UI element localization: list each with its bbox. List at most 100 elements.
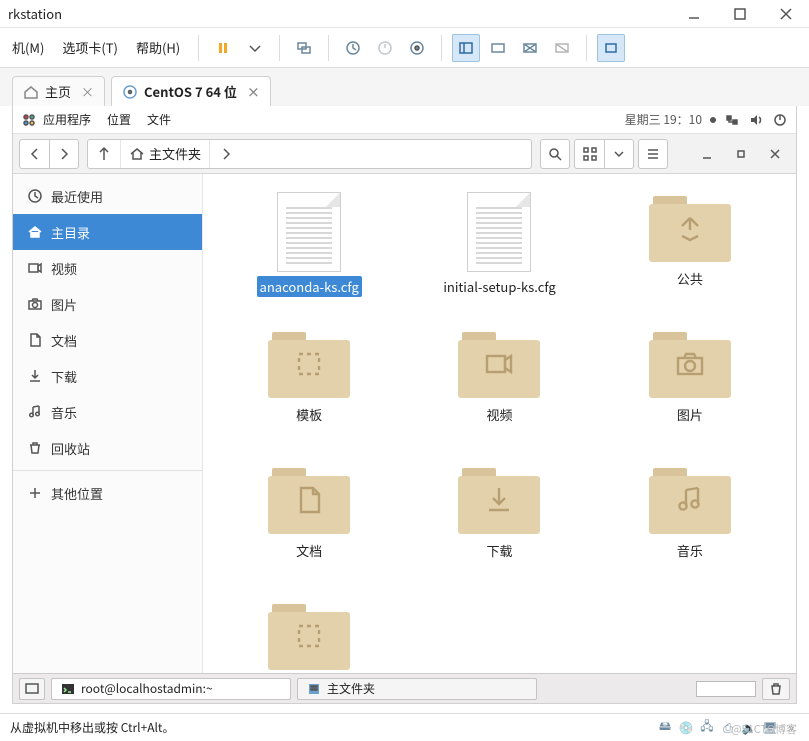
task-files-label: 主文件夹 bbox=[327, 680, 375, 697]
menu-applications[interactable]: 应用程序 bbox=[43, 111, 91, 128]
pause-button[interactable] bbox=[209, 34, 237, 62]
menu-places[interactable]: 位置 bbox=[107, 111, 131, 128]
folder-item[interactable]: 下载 bbox=[407, 464, 591, 594]
sidebar-item-home[interactable]: 主目录 bbox=[13, 214, 202, 250]
trash-button[interactable] bbox=[762, 678, 790, 700]
menu-help[interactable]: 帮助(H) bbox=[136, 38, 180, 57]
doc-icon bbox=[27, 332, 43, 348]
close-icon[interactable]: × bbox=[81, 82, 94, 101]
folder-icon bbox=[647, 464, 733, 536]
file-label: 图片 bbox=[674, 404, 706, 425]
sidebar-item-label: 主目录 bbox=[51, 223, 90, 242]
folder-item[interactable]: 公共 bbox=[598, 192, 782, 322]
folder-item[interactable]: 模板 bbox=[217, 328, 401, 458]
sidebar-item-pictures[interactable]: 图片 bbox=[13, 286, 202, 322]
view-fullscreen-button[interactable] bbox=[484, 34, 512, 62]
file-item[interactable]: initial-setup-ks.cfg bbox=[407, 192, 591, 322]
sidebar-item-label: 最近使用 bbox=[51, 187, 103, 206]
folder-icon bbox=[266, 600, 352, 672]
clock-label[interactable]: 星期三 19：10 bbox=[625, 111, 702, 128]
plus-icon bbox=[27, 485, 43, 501]
close-button[interactable] bbox=[763, 0, 809, 28]
view-sidebar-button[interactable] bbox=[452, 34, 480, 62]
task-terminal-label: root@localhostadmin:~ bbox=[81, 680, 213, 697]
maximize-button[interactable] bbox=[717, 0, 763, 28]
file-grid: anaconda-ks.cfginitial-setup-ks.cfg公共模板视… bbox=[203, 174, 796, 673]
folder-icon bbox=[266, 328, 352, 400]
window-close-button[interactable] bbox=[760, 139, 790, 169]
task-files[interactable]: 主文件夹 bbox=[297, 678, 537, 700]
sidebar-item-label: 文档 bbox=[51, 331, 77, 350]
menu-files[interactable]: 文件 bbox=[147, 111, 171, 128]
power-menu-button[interactable] bbox=[241, 34, 269, 62]
vmware-tabbar: 主页 × CentOS 7 64 位 × bbox=[0, 68, 809, 106]
task-terminal[interactable]: root@localhostadmin:~ bbox=[51, 678, 291, 700]
disc-icon bbox=[122, 84, 138, 100]
tab-centos[interactable]: CentOS 7 64 位 × bbox=[111, 76, 271, 106]
minimize-button[interactable] bbox=[671, 0, 717, 28]
send-keys-button[interactable] bbox=[290, 34, 318, 62]
forward-button[interactable] bbox=[49, 139, 79, 169]
tab-centos-label: CentOS 7 64 位 bbox=[144, 82, 237, 101]
path-next-button[interactable] bbox=[210, 140, 242, 168]
status-dot-icon bbox=[710, 117, 716, 123]
nautilus-body: 最近使用主目录视频图片文档下载音乐回收站其他位置 anaconda-ks.cfg… bbox=[13, 174, 796, 673]
tray-cd-icon[interactable]: 💿 bbox=[678, 720, 694, 736]
workspace-switcher[interactable] bbox=[696, 681, 756, 697]
view-stretch-button[interactable] bbox=[548, 34, 576, 62]
sidebar-item-documents[interactable]: 文档 bbox=[13, 322, 202, 358]
folder-icon bbox=[456, 328, 542, 400]
folder-item[interactable]: 文档 bbox=[217, 464, 401, 594]
close-icon[interactable]: × bbox=[247, 82, 260, 101]
gnome-top-bar: 应用程序 位置 文件 星期三 19：10 bbox=[13, 106, 796, 134]
view-grid-button[interactable] bbox=[574, 139, 604, 169]
vmware-status-bar: 从虚拟机中移出或按 Ctrl+Alt。 🖴 💿 🖧 ⎙ 🔈 🖥 » bbox=[0, 713, 809, 741]
back-button[interactable] bbox=[19, 139, 49, 169]
tab-home-label: 主页 bbox=[45, 82, 71, 101]
file-label: 下载 bbox=[483, 540, 515, 561]
search-button[interactable] bbox=[540, 139, 570, 169]
view-menu-button[interactable] bbox=[604, 139, 634, 169]
window-title: rkstation bbox=[8, 4, 62, 23]
watermark: @51CTO博客 bbox=[731, 721, 797, 737]
network-icon[interactable] bbox=[724, 112, 740, 128]
power-icon[interactable] bbox=[772, 112, 788, 128]
snapshot-revert-button[interactable] bbox=[371, 34, 399, 62]
sidebar-item-trash[interactable]: 回收站 bbox=[13, 430, 202, 466]
menu-tabs[interactable]: 选项卡(T) bbox=[62, 38, 118, 57]
tab-home[interactable]: 主页 × bbox=[12, 76, 105, 106]
terminal-icon bbox=[60, 681, 76, 697]
activities-icon[interactable] bbox=[21, 112, 37, 128]
window-maximize-button[interactable] bbox=[726, 139, 756, 169]
tray-net-icon[interactable]: 🖧 bbox=[699, 720, 715, 736]
view-console-button[interactable] bbox=[597, 34, 625, 62]
volume-icon[interactable] bbox=[748, 112, 764, 128]
path-up-button[interactable] bbox=[88, 140, 121, 168]
video-icon bbox=[27, 260, 43, 276]
folder-item[interactable]: 视频 bbox=[407, 328, 591, 458]
window-minimize-button[interactable] bbox=[692, 139, 722, 169]
sidebar-item-videos[interactable]: 视频 bbox=[13, 250, 202, 286]
hamburger-menu-button[interactable] bbox=[638, 139, 668, 169]
menu-machine[interactable]: 机(M) bbox=[12, 38, 44, 57]
file-item[interactable]: anaconda-ks.cfg bbox=[217, 192, 401, 322]
search-icon bbox=[547, 146, 563, 162]
path-home-button[interactable]: 主文件夹 bbox=[121, 140, 210, 168]
home-icon bbox=[129, 146, 145, 162]
folder-icon bbox=[647, 192, 733, 264]
sidebar-item-recent[interactable]: 最近使用 bbox=[13, 178, 202, 214]
sidebar-item-music[interactable]: 音乐 bbox=[13, 394, 202, 430]
tray-hdd-icon[interactable]: 🖴 bbox=[657, 720, 673, 736]
sidebar-item-other[interactable]: 其他位置 bbox=[13, 475, 202, 511]
view-unity-button[interactable] bbox=[516, 34, 544, 62]
trash-icon bbox=[768, 681, 784, 697]
folder-item[interactable]: 图片 bbox=[598, 328, 782, 458]
show-desktop-button[interactable] bbox=[19, 678, 45, 700]
snapshot-manager-button[interactable] bbox=[403, 34, 431, 62]
snapshot-take-button[interactable] bbox=[339, 34, 367, 62]
path-bar: 主文件夹 bbox=[87, 139, 532, 169]
document-icon bbox=[467, 192, 531, 272]
folder-item[interactable] bbox=[217, 600, 401, 673]
sidebar-item-downloads[interactable]: 下载 bbox=[13, 358, 202, 394]
folder-item[interactable]: 音乐 bbox=[598, 464, 782, 594]
